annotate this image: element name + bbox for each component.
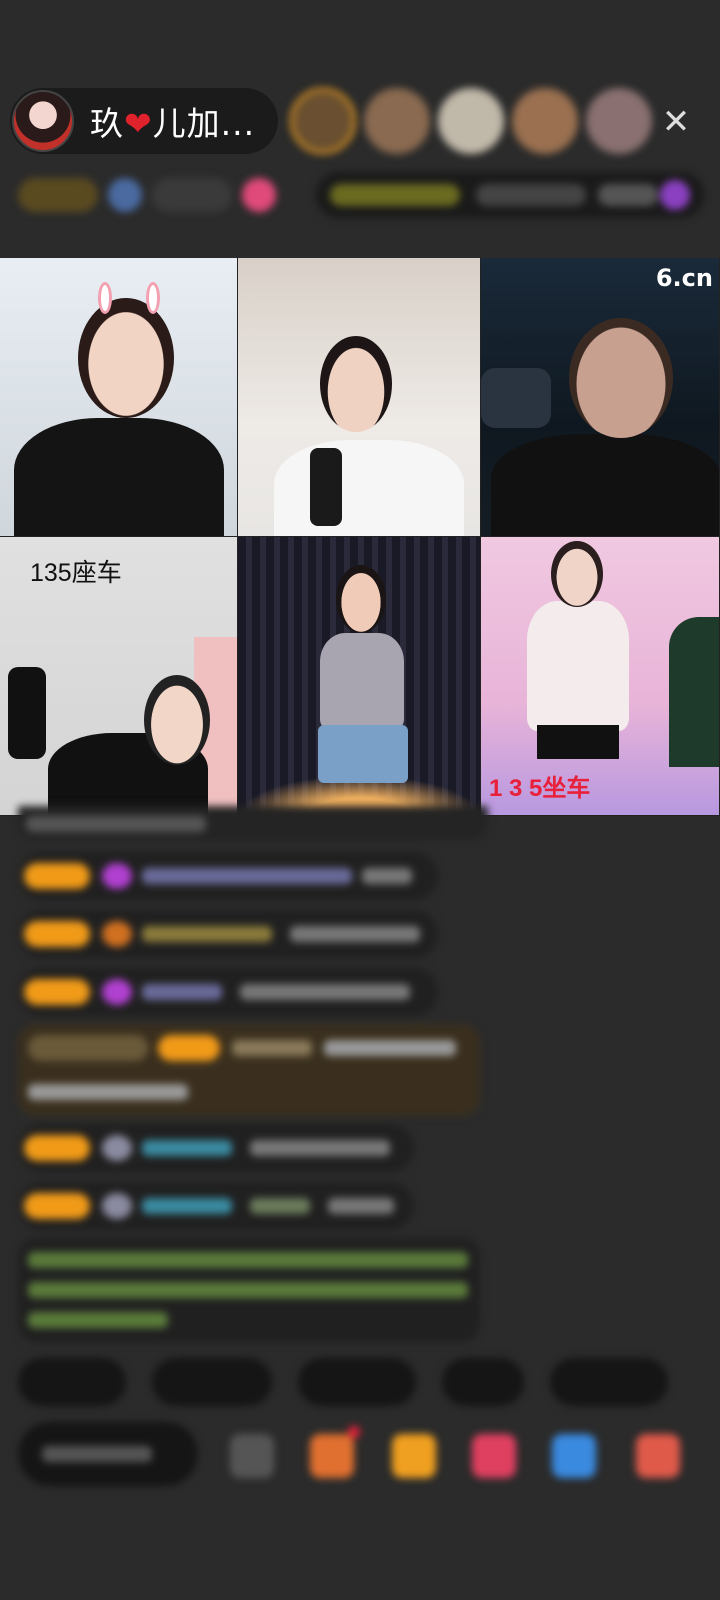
seat-label: 135座车 — [30, 559, 122, 587]
more-icon[interactable] — [636, 1434, 680, 1478]
guest-face — [320, 336, 392, 432]
info-strip[interactable] — [18, 172, 704, 218]
quick-reply-button[interactable] — [18, 1358, 126, 1406]
guest-face — [78, 298, 174, 418]
video-cell[interactable]: 6.cn — [481, 258, 720, 537]
gift-icon[interactable] — [242, 178, 276, 212]
guest-face — [551, 541, 603, 607]
seat-label: 1 3 5坐车 — [489, 775, 591, 802]
viewer-avatar[interactable] — [438, 88, 504, 154]
chat-message[interactable] — [18, 968, 438, 1016]
rank-badge[interactable] — [18, 178, 98, 212]
heart-icon: ❤ — [124, 104, 153, 143]
viewer-avatar[interactable] — [512, 88, 578, 154]
announcement-marquee[interactable] — [316, 172, 704, 218]
level-badge — [24, 863, 90, 889]
chat-message[interactable] — [18, 1124, 414, 1172]
avatar — [102, 1193, 132, 1219]
level-badge[interactable] — [108, 178, 142, 212]
video-cell[interactable] — [238, 537, 481, 816]
avatar — [102, 1135, 132, 1161]
viewer-avatar[interactable] — [364, 88, 430, 154]
level-badge — [24, 979, 90, 1005]
medal-icon — [102, 921, 132, 947]
video-cell[interactable] — [238, 258, 481, 537]
guest-face — [569, 318, 673, 438]
quick-reply-row[interactable] — [18, 1358, 668, 1406]
host-name: 玖❤儿加... — [90, 104, 256, 143]
viewer-avatar[interactable] — [586, 88, 652, 154]
microphone-icon — [310, 448, 342, 526]
host-avatar[interactable] — [12, 90, 74, 152]
chat-message[interactable] — [18, 852, 438, 900]
video-cell[interactable] — [0, 258, 238, 537]
guest-body — [14, 418, 224, 536]
chat-notice[interactable] — [18, 1238, 480, 1342]
chat-message[interactable] — [18, 910, 438, 958]
microphone-icon — [8, 667, 46, 759]
guest-body — [527, 601, 629, 731]
notification-dot — [348, 1426, 360, 1438]
video-cell[interactable]: 135座车 — [0, 537, 238, 816]
top-viewers-list[interactable] — [290, 88, 660, 154]
game-icon[interactable] — [552, 1434, 596, 1478]
quick-reply-button[interactable] — [298, 1358, 416, 1406]
platform-logo: 6.cn — [655, 264, 713, 292]
quick-reply-button[interactable] — [550, 1358, 668, 1406]
guest-face — [144, 675, 210, 765]
guest-body — [320, 633, 404, 729]
gift-box-icon[interactable] — [310, 1434, 354, 1478]
multi-guest-video-grid: 6.cn 135座车 1 3 5坐车 — [0, 258, 720, 816]
treasure-icon[interactable] — [392, 1434, 436, 1478]
guest-face — [336, 565, 386, 633]
guest-body — [274, 440, 464, 536]
chat-input-button[interactable] — [18, 1422, 198, 1486]
quick-reply-button[interactable] — [152, 1358, 272, 1406]
heart-gift-icon[interactable] — [472, 1434, 516, 1478]
viewer-avatar[interactable] — [290, 88, 356, 154]
guest-body — [491, 434, 719, 536]
level-badge — [24, 921, 90, 947]
level-badge — [24, 1135, 90, 1161]
chat-message[interactable] — [18, 1182, 414, 1230]
chat-message[interactable] — [18, 806, 488, 840]
host-info-pill[interactable]: 玖❤儿加... — [10, 88, 278, 154]
stat-item — [152, 178, 232, 212]
quick-reply-button[interactable] — [442, 1358, 524, 1406]
video-cell[interactable]: 1 3 5坐车 — [481, 537, 720, 816]
gem-icon — [102, 863, 132, 889]
bottom-toolbar — [18, 1422, 718, 1490]
level-badge — [24, 1193, 90, 1219]
close-icon[interactable]: ✕ — [654, 100, 698, 144]
emoji-icon[interactable] — [230, 1434, 274, 1478]
gem-icon — [102, 979, 132, 1005]
bunny-ears-icon — [98, 282, 112, 314]
chat-system-message[interactable] — [18, 1024, 480, 1116]
